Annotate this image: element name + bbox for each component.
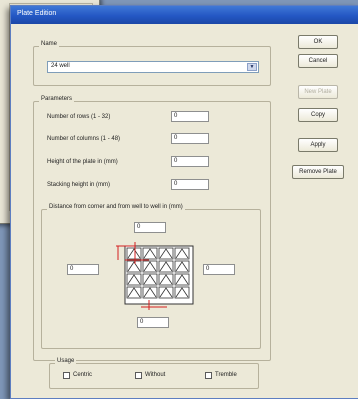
usage-tremble-checkbox[interactable] — [205, 372, 212, 379]
apply-button[interactable]: Apply — [298, 138, 338, 152]
ok-button[interactable]: OK — [298, 35, 338, 49]
rows-input[interactable]: 0 — [171, 111, 209, 122]
usage-centric-checkbox[interactable] — [63, 372, 70, 379]
copy-button[interactable]: Copy — [298, 108, 338, 122]
rows-label: Number of rows (1 - 32) — [47, 114, 111, 120]
usage-without-checkbox[interactable] — [135, 372, 142, 379]
usage-tremble-label: Tremble — [215, 372, 237, 378]
usage-group-label: Usage — [55, 358, 77, 364]
window-title: Plate Edition — [17, 10, 57, 17]
top-distance-input[interactable]: 0 — [134, 222, 166, 233]
name-group-label: Name — [39, 41, 60, 47]
cancel-button[interactable]: Cancel — [298, 54, 338, 68]
plate-diagram — [116, 242, 194, 310]
parameters-group-label: Parameters — [39, 96, 75, 102]
plate-edition-dialog: Plate Edition Name 24 well ▼ Parameters … — [10, 5, 358, 399]
plate-name-value: 24 well — [51, 63, 70, 69]
usage-centric-label: Centric — [73, 372, 93, 378]
plate-height-input[interactable]: 0 — [171, 156, 209, 167]
right-distance-input[interactable]: 0 — [203, 264, 235, 275]
stacking-height-label: Stacking height in (mm) — [47, 182, 111, 188]
usage-without-label: Without — [145, 372, 166, 378]
chevron-down-icon[interactable]: ▼ — [247, 63, 257, 71]
new-plate-button[interactable]: New Plate — [298, 85, 338, 99]
plate-name-dropdown[interactable]: 24 well ▼ — [47, 61, 259, 73]
plate-height-label: Height of the plate in (mm) — [47, 159, 118, 165]
columns-input[interactable]: 0 — [171, 133, 209, 144]
left-distance-input[interactable]: 0 — [67, 264, 99, 275]
stacking-height-input[interactable]: 0 — [171, 179, 209, 190]
distance-group-label: Distance from corner and from well to we… — [47, 204, 185, 210]
bottom-distance-input[interactable]: 0 — [137, 317, 169, 328]
columns-label: Number of columns (1 - 48) — [47, 136, 121, 142]
title-bar[interactable]: Plate Edition — [11, 6, 358, 24]
remove-plate-button[interactable]: Remove Plate — [292, 165, 344, 179]
